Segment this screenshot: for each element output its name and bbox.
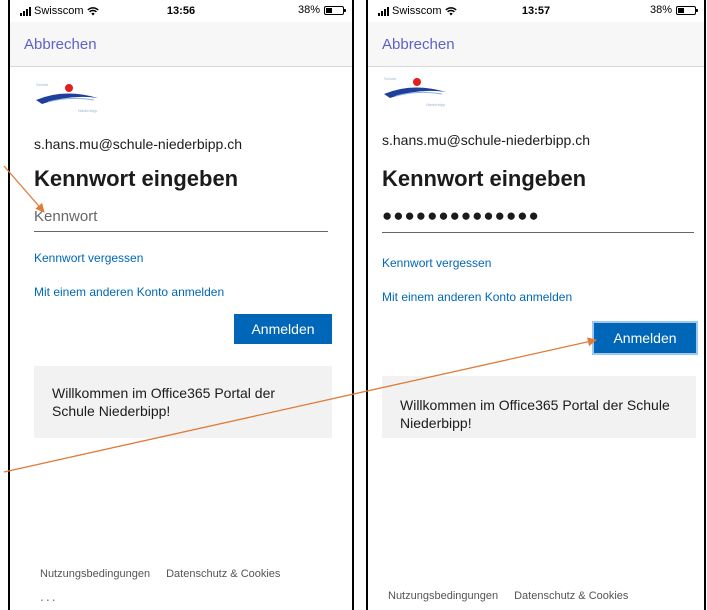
password-input[interactable] — [34, 208, 328, 232]
password-input[interactable] — [382, 206, 694, 233]
welcome-message: Willkommen im Office365 Portal der Schul… — [382, 376, 696, 438]
other-account-link[interactable]: Mit einem anderen Konto anmelden — [34, 285, 224, 299]
battery-icon — [324, 5, 346, 15]
more-options-button[interactable]: ... — [40, 588, 58, 604]
nav-bar: Abbrechen — [368, 22, 704, 67]
phone-screen-right: Swisscom 13:57 38% Abbrechen Schule Nied… — [366, 0, 706, 610]
svg-text:Schule: Schule — [36, 82, 49, 87]
account-email: s.hans.mu@schule-niederbipp.ch — [34, 136, 242, 152]
battery-percent: 38% — [649, 4, 672, 16]
footer-links: Nutzungsbedingungen Datenschutz & Cookie… — [388, 590, 628, 602]
account-email: s.hans.mu@schule-niederbipp.ch — [382, 132, 590, 148]
battery-percent: 38% — [297, 4, 320, 16]
page-title: Kennwort eingeben — [34, 166, 239, 191]
cancel-button[interactable]: Abbrechen — [24, 36, 97, 53]
forgot-password-link[interactable]: Kennwort vergessen — [34, 251, 143, 265]
terms-link[interactable]: Nutzungsbedingungen — [388, 590, 498, 602]
svg-text:Niederbipp: Niederbipp — [78, 108, 98, 113]
school-logo: Schule Niederbipp — [36, 82, 98, 113]
terms-link[interactable]: Nutzungsbedingungen — [40, 568, 150, 580]
footer-links: Nutzungsbedingungen Datenschutz & Cookie… — [40, 568, 280, 580]
battery-icon — [676, 5, 698, 15]
svg-text:Schule: Schule — [384, 76, 397, 81]
status-bar: Swisscom 13:56 38% — [10, 0, 352, 22]
cancel-button[interactable]: Abbrechen — [382, 36, 455, 53]
nav-bar: Abbrechen — [10, 22, 352, 67]
other-account-link[interactable]: Mit einem anderen Konto anmelden — [382, 290, 572, 304]
privacy-link[interactable]: Datenschutz & Cookies — [166, 568, 280, 580]
battery-level-fill — [326, 7, 332, 13]
page-title: Kennwort eingeben — [382, 166, 587, 191]
privacy-link[interactable]: Datenschutz & Cookies — [514, 590, 628, 602]
school-logo: Schule Niederbipp — [384, 76, 446, 107]
signin-button[interactable]: Anmelden — [592, 321, 698, 355]
forgot-password-link[interactable]: Kennwort vergessen — [382, 256, 491, 270]
status-bar: Swisscom 13:57 38% — [368, 0, 704, 22]
svg-text:Niederbipp: Niederbipp — [426, 102, 446, 107]
phone-screen-left: Swisscom 13:56 38% Abbrechen Schule Nied… — [8, 0, 354, 610]
battery-level-fill — [678, 7, 684, 13]
signin-button[interactable]: Anmelden — [234, 314, 332, 344]
welcome-message: Willkommen im Office365 Portal der Schul… — [34, 366, 332, 438]
